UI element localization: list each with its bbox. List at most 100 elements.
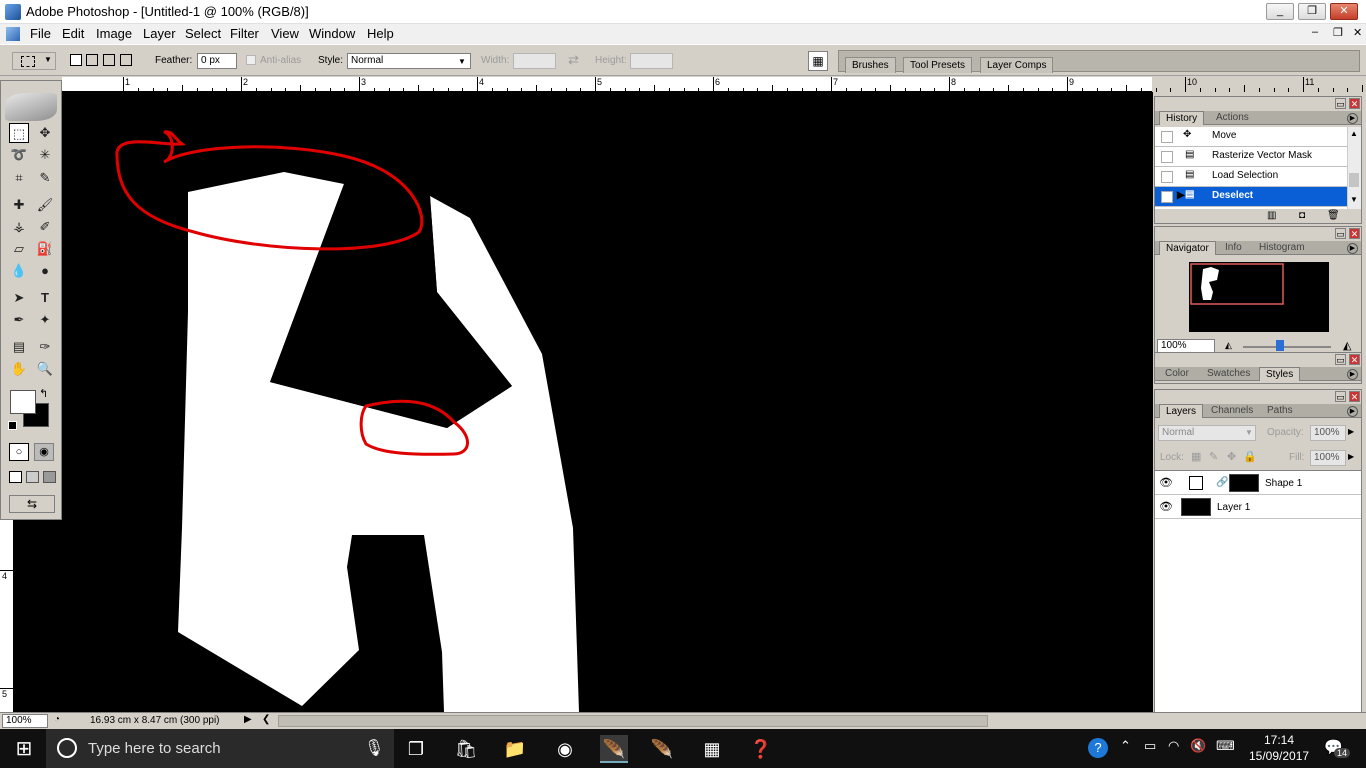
zoom-out-icon[interactable]: ◭: [1225, 340, 1232, 351]
blur-tool-icon[interactable]: 💧: [9, 261, 29, 281]
menu-layer[interactable]: Layer: [143, 26, 176, 41]
eye-visibility-icon[interactable]: 👁: [1159, 476, 1173, 489]
history-brush-source-box[interactable]: [1161, 151, 1173, 163]
restore-button[interactable]: ❐: [1298, 3, 1326, 20]
link-icon[interactable]: 🔗: [1216, 477, 1228, 488]
brush-tool-icon[interactable]: 🖌: [35, 195, 55, 215]
history-item[interactable]: ✥ Move: [1155, 127, 1347, 147]
tab-histogram[interactable]: Histogram: [1253, 241, 1311, 255]
magic-wand-tool-icon[interactable]: ✳: [35, 145, 55, 165]
standard-mode-icon[interactable]: ○: [9, 443, 29, 461]
scroll-left-icon[interactable]: ❮: [262, 714, 270, 725]
zoom-slider-thumb[interactable]: [1276, 340, 1284, 351]
clock-date[interactable]: 15/09/2017: [1249, 749, 1309, 763]
layer-row[interactable]: 👁 Layer 1: [1155, 495, 1361, 519]
opacity-arrow-icon[interactable]: ▶: [1348, 427, 1354, 436]
close-button[interactable]: ✕: [1330, 3, 1358, 20]
panel-close-button[interactable]: ✕: [1349, 98, 1360, 109]
file-explorer-icon[interactable]: 📁: [501, 735, 529, 763]
width-input[interactable]: [513, 53, 556, 69]
tab-history[interactable]: History: [1159, 111, 1205, 125]
panel-minimize-button[interactable]: ▭: [1335, 228, 1346, 239]
paint-bucket-tool-icon[interactable]: ⛽: [35, 239, 55, 259]
rectangular-marquee-tool-icon[interactable]: ⬚: [9, 123, 29, 143]
new-selection-icon[interactable]: [70, 54, 82, 66]
crop-tool-icon[interactable]: ⌗: [9, 168, 29, 188]
wifi-icon[interactable]: ◠: [1168, 738, 1179, 754]
doc-minimize-button[interactable]: –: [1312, 26, 1318, 38]
well-tab-tool-presets[interactable]: Tool Presets: [903, 57, 973, 73]
path-selection-tool-icon[interactable]: ➤: [9, 288, 29, 308]
navigator-zoom-input[interactable]: 100%: [1157, 339, 1215, 353]
style-select[interactable]: Normal: [347, 53, 471, 69]
tab-channels[interactable]: Channels: [1205, 404, 1259, 418]
menu-edit[interactable]: Edit: [62, 26, 84, 41]
menu-image[interactable]: Image: [96, 26, 132, 41]
history-brush-source-box[interactable]: [1161, 191, 1173, 203]
doc-restore-button[interactable]: ❐: [1333, 26, 1343, 39]
move-tool-icon[interactable]: ✥: [35, 123, 55, 143]
lock-position-icon[interactable]: ✥: [1227, 450, 1236, 463]
help-tray-icon[interactable]: ?: [1088, 738, 1108, 758]
jump-to-imageready-icon[interactable]: ⇆: [9, 495, 55, 513]
history-item[interactable]: ▤ Rasterize Vector Mask: [1155, 147, 1347, 167]
screen-mode-full-menu-icon[interactable]: [26, 471, 39, 483]
opacity-input[interactable]: 100%: [1310, 425, 1346, 441]
doc-close-button[interactable]: ✕: [1353, 26, 1362, 39]
default-colors-icon[interactable]: [8, 421, 17, 430]
feather-input[interactable]: 0 px: [197, 53, 237, 69]
menu-file[interactable]: File: [30, 26, 51, 41]
lasso-tool-icon[interactable]: ➰: [9, 145, 29, 165]
panel-menu-icon[interactable]: ▶: [1347, 369, 1358, 380]
history-scrollbar[interactable]: ▲ ▼: [1347, 127, 1361, 209]
panel-minimize-button[interactable]: ▭: [1335, 354, 1346, 365]
menu-help[interactable]: Help: [367, 26, 394, 41]
lock-image-icon[interactable]: ✎: [1209, 450, 1218, 463]
history-item-selected[interactable]: ▶ ▤ Deselect: [1155, 187, 1347, 207]
tab-paths[interactable]: Paths: [1261, 404, 1299, 418]
new-document-from-state-icon[interactable]: ▥: [1267, 210, 1276, 221]
history-brush-source-box[interactable]: [1161, 131, 1173, 143]
hand-tool-icon[interactable]: ✋: [9, 359, 29, 379]
antialias-checkbox[interactable]: [246, 55, 256, 65]
fill-arrow-icon[interactable]: ▶: [1348, 452, 1354, 461]
zoom-in-icon[interactable]: ◭: [1343, 339, 1351, 352]
panel-minimize-button[interactable]: ▭: [1335, 391, 1346, 402]
blend-mode-select[interactable]: Normal: [1158, 425, 1256, 441]
windows-start-icon[interactable]: ⊞: [10, 735, 38, 763]
tab-navigator[interactable]: Navigator: [1159, 241, 1216, 255]
history-brush-tool-icon[interactable]: ✐: [35, 217, 55, 237]
zoom-tool-icon[interactable]: 🔍: [35, 359, 55, 379]
height-input[interactable]: [630, 53, 673, 69]
type-tool-icon[interactable]: T: [35, 288, 55, 308]
photoshop-feather-icon[interactable]: [5, 93, 57, 121]
panel-menu-icon[interactable]: ▶: [1347, 243, 1358, 254]
fill-input[interactable]: 100%: [1310, 450, 1346, 466]
zoom-slider-track[interactable]: [1243, 346, 1331, 348]
swap-colors-icon[interactable]: ↰: [39, 387, 48, 400]
eyedropper-tool-icon[interactable]: ✑: [35, 337, 55, 357]
taskbar-search-box[interactable]: Type here to search 🎙: [46, 729, 394, 768]
lock-all-icon[interactable]: 🔒: [1243, 450, 1257, 463]
eraser-tool-icon[interactable]: ▱: [9, 239, 29, 259]
pen-tool-icon[interactable]: ✒: [9, 310, 29, 330]
tab-actions[interactable]: Actions: [1210, 111, 1255, 125]
clone-stamp-tool-icon[interactable]: ⚶: [9, 217, 29, 237]
panel-close-button[interactable]: ✕: [1349, 391, 1360, 402]
trash-icon[interactable]: 🗑: [1327, 210, 1340, 221]
scroll-up-icon[interactable]: ▲: [1350, 129, 1358, 138]
store-icon[interactable]: 🛍: [452, 735, 480, 763]
panel-menu-icon[interactable]: ▶: [1347, 406, 1358, 417]
menu-filter[interactable]: Filter: [230, 26, 259, 41]
tab-swatches[interactable]: Swatches: [1201, 367, 1256, 381]
tab-styles[interactable]: Styles: [1259, 367, 1301, 381]
panel-close-button[interactable]: ✕: [1349, 228, 1360, 239]
quick-mask-mode-icon[interactable]: ◉: [34, 443, 54, 461]
palette-well-icon[interactable]: ▦: [808, 51, 828, 71]
panel-menu-icon[interactable]: ▶: [1347, 113, 1358, 124]
photoshop-taskbar-icon[interactable]: 🪶: [600, 735, 628, 763]
menu-window[interactable]: Window: [309, 26, 355, 41]
history-item[interactable]: ▤ Load Selection: [1155, 167, 1347, 187]
slice-tool-icon[interactable]: ✎: [35, 168, 55, 188]
battery-icon[interactable]: ▭: [1144, 738, 1156, 754]
